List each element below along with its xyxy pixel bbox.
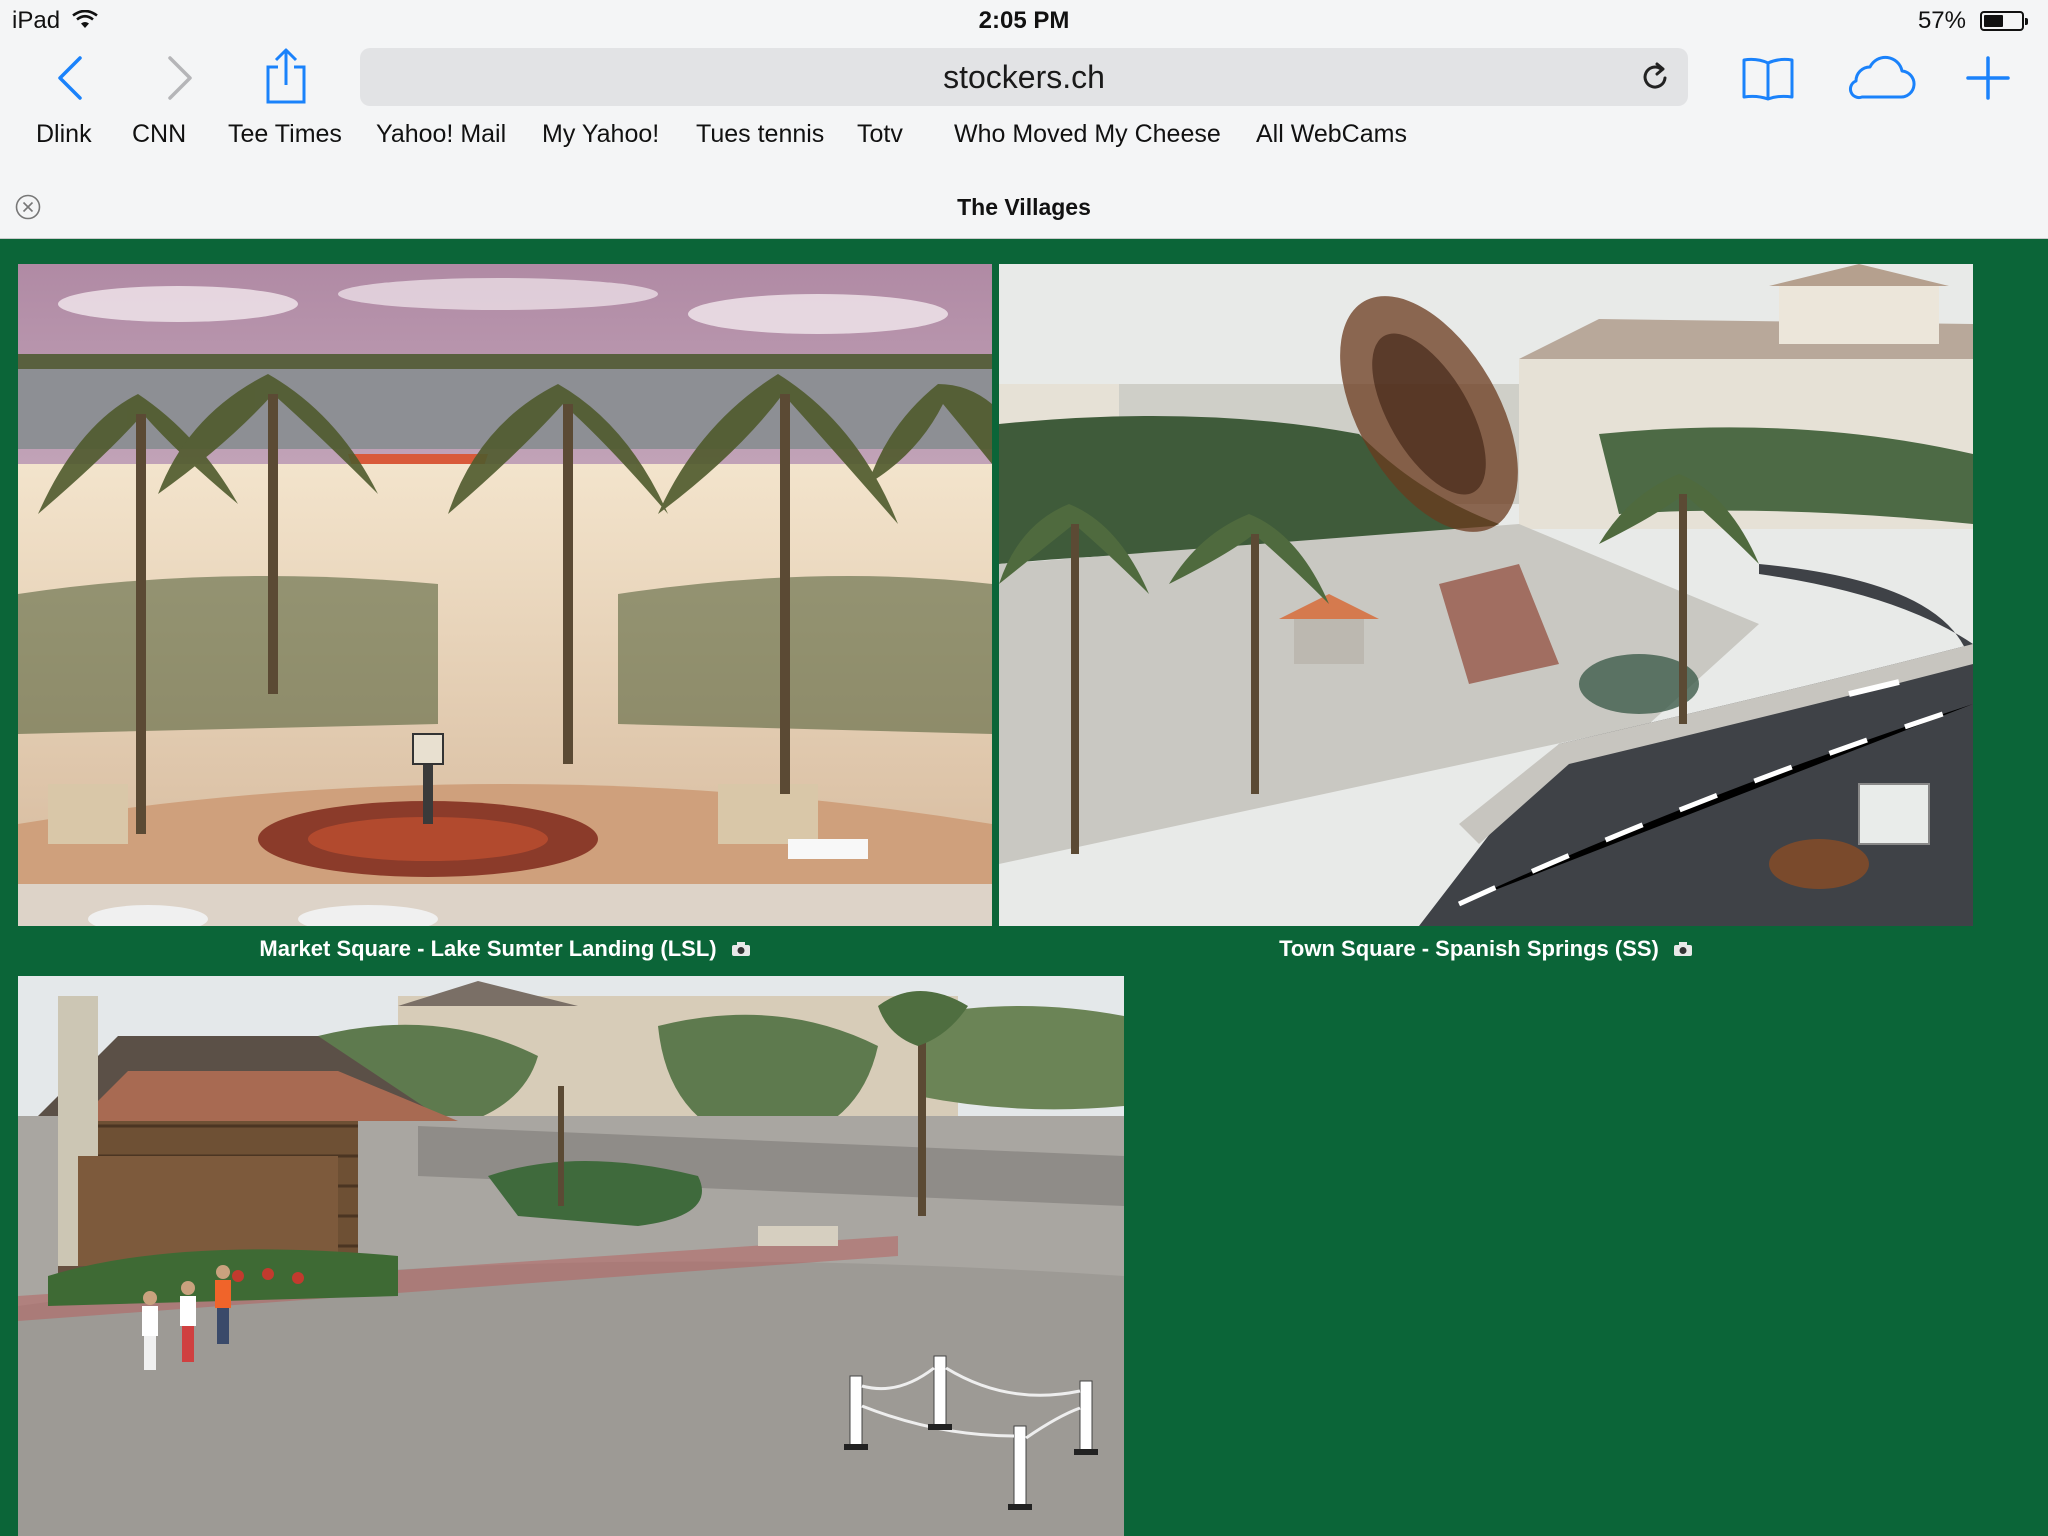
webcam-image-town-square[interactable] [999,264,1973,926]
camera-icon[interactable] [731,941,751,957]
webcam-page: Market Square - Lake Sumter Landing (LSL… [0,239,2048,1536]
favorite-yahoo-mail[interactable]: Yahoo! Mail [376,120,506,149]
favorite-my-yahoo[interactable]: My Yahoo! [542,120,659,149]
favorite-tues-tennis[interactable]: Tues tennis [696,120,824,149]
forward-button[interactable] [154,48,206,108]
favorite-dlink[interactable]: Dlink [36,120,92,149]
reload-icon[interactable] [1640,61,1672,93]
favorite-tee-times[interactable]: Tee Times [228,120,342,149]
icloud-tabs-button[interactable] [1840,48,1920,108]
webcam-caption-town-square: Town Square - Spanish Springs (SS) [999,934,1973,964]
webcam-caption-text[interactable]: Town Square - Spanish Springs (SS) [1279,936,1659,962]
status-bar: iPad 2:05 PM 57% [0,0,2048,40]
back-icon [58,56,82,100]
address-bar[interactable]: stockers.ch [360,48,1688,106]
battery-percentage: 57% [1917,7,1966,34]
favorite-totv[interactable]: Totv [857,120,903,149]
browser-toolbar: stockers.ch [0,40,2048,116]
icloud-tabs-icon [1848,55,1916,100]
camera-icon[interactable] [1673,941,1693,957]
new-tab-icon [1966,56,2010,100]
status-time: 2:05 PM [978,7,1070,34]
favorite-all-webcams[interactable]: All WebCams [1256,120,1407,149]
url-text[interactable]: stockers.ch [360,48,1688,106]
share-button[interactable] [258,44,314,108]
tab-bar: The Villages [0,186,2048,226]
back-button[interactable] [44,48,96,108]
webcam-image-log-cabin-square[interactable] [18,976,1124,1536]
new-tab-button[interactable] [1960,48,2016,108]
webcam-caption-text[interactable]: Market Square - Lake Sumter Landing (LSL… [259,936,716,962]
battery-level [1984,15,2003,27]
webcam-image-market-square[interactable] [18,264,992,926]
bookmarks-button[interactable] [1740,48,1796,108]
bookmarks-icon [1742,57,1794,101]
favorites-bar: Dlink CNN Tee Times Yahoo! Mail My Yahoo… [0,120,2048,164]
favorite-who-moved-my-cheese[interactable]: Who Moved My Cheese [954,120,1221,149]
browser-chrome: iPad 2:05 PM 57% stockers.ch Dlink CNN T… [0,0,2048,239]
battery-icon [1980,11,2028,31]
webcam-caption-market-square: Market Square - Lake Sumter Landing (LSL… [18,934,992,964]
favorite-cnn[interactable]: CNN [132,120,186,149]
forward-icon [168,56,192,100]
tab-title[interactable]: The Villages [0,194,2048,221]
share-icon [266,48,306,104]
